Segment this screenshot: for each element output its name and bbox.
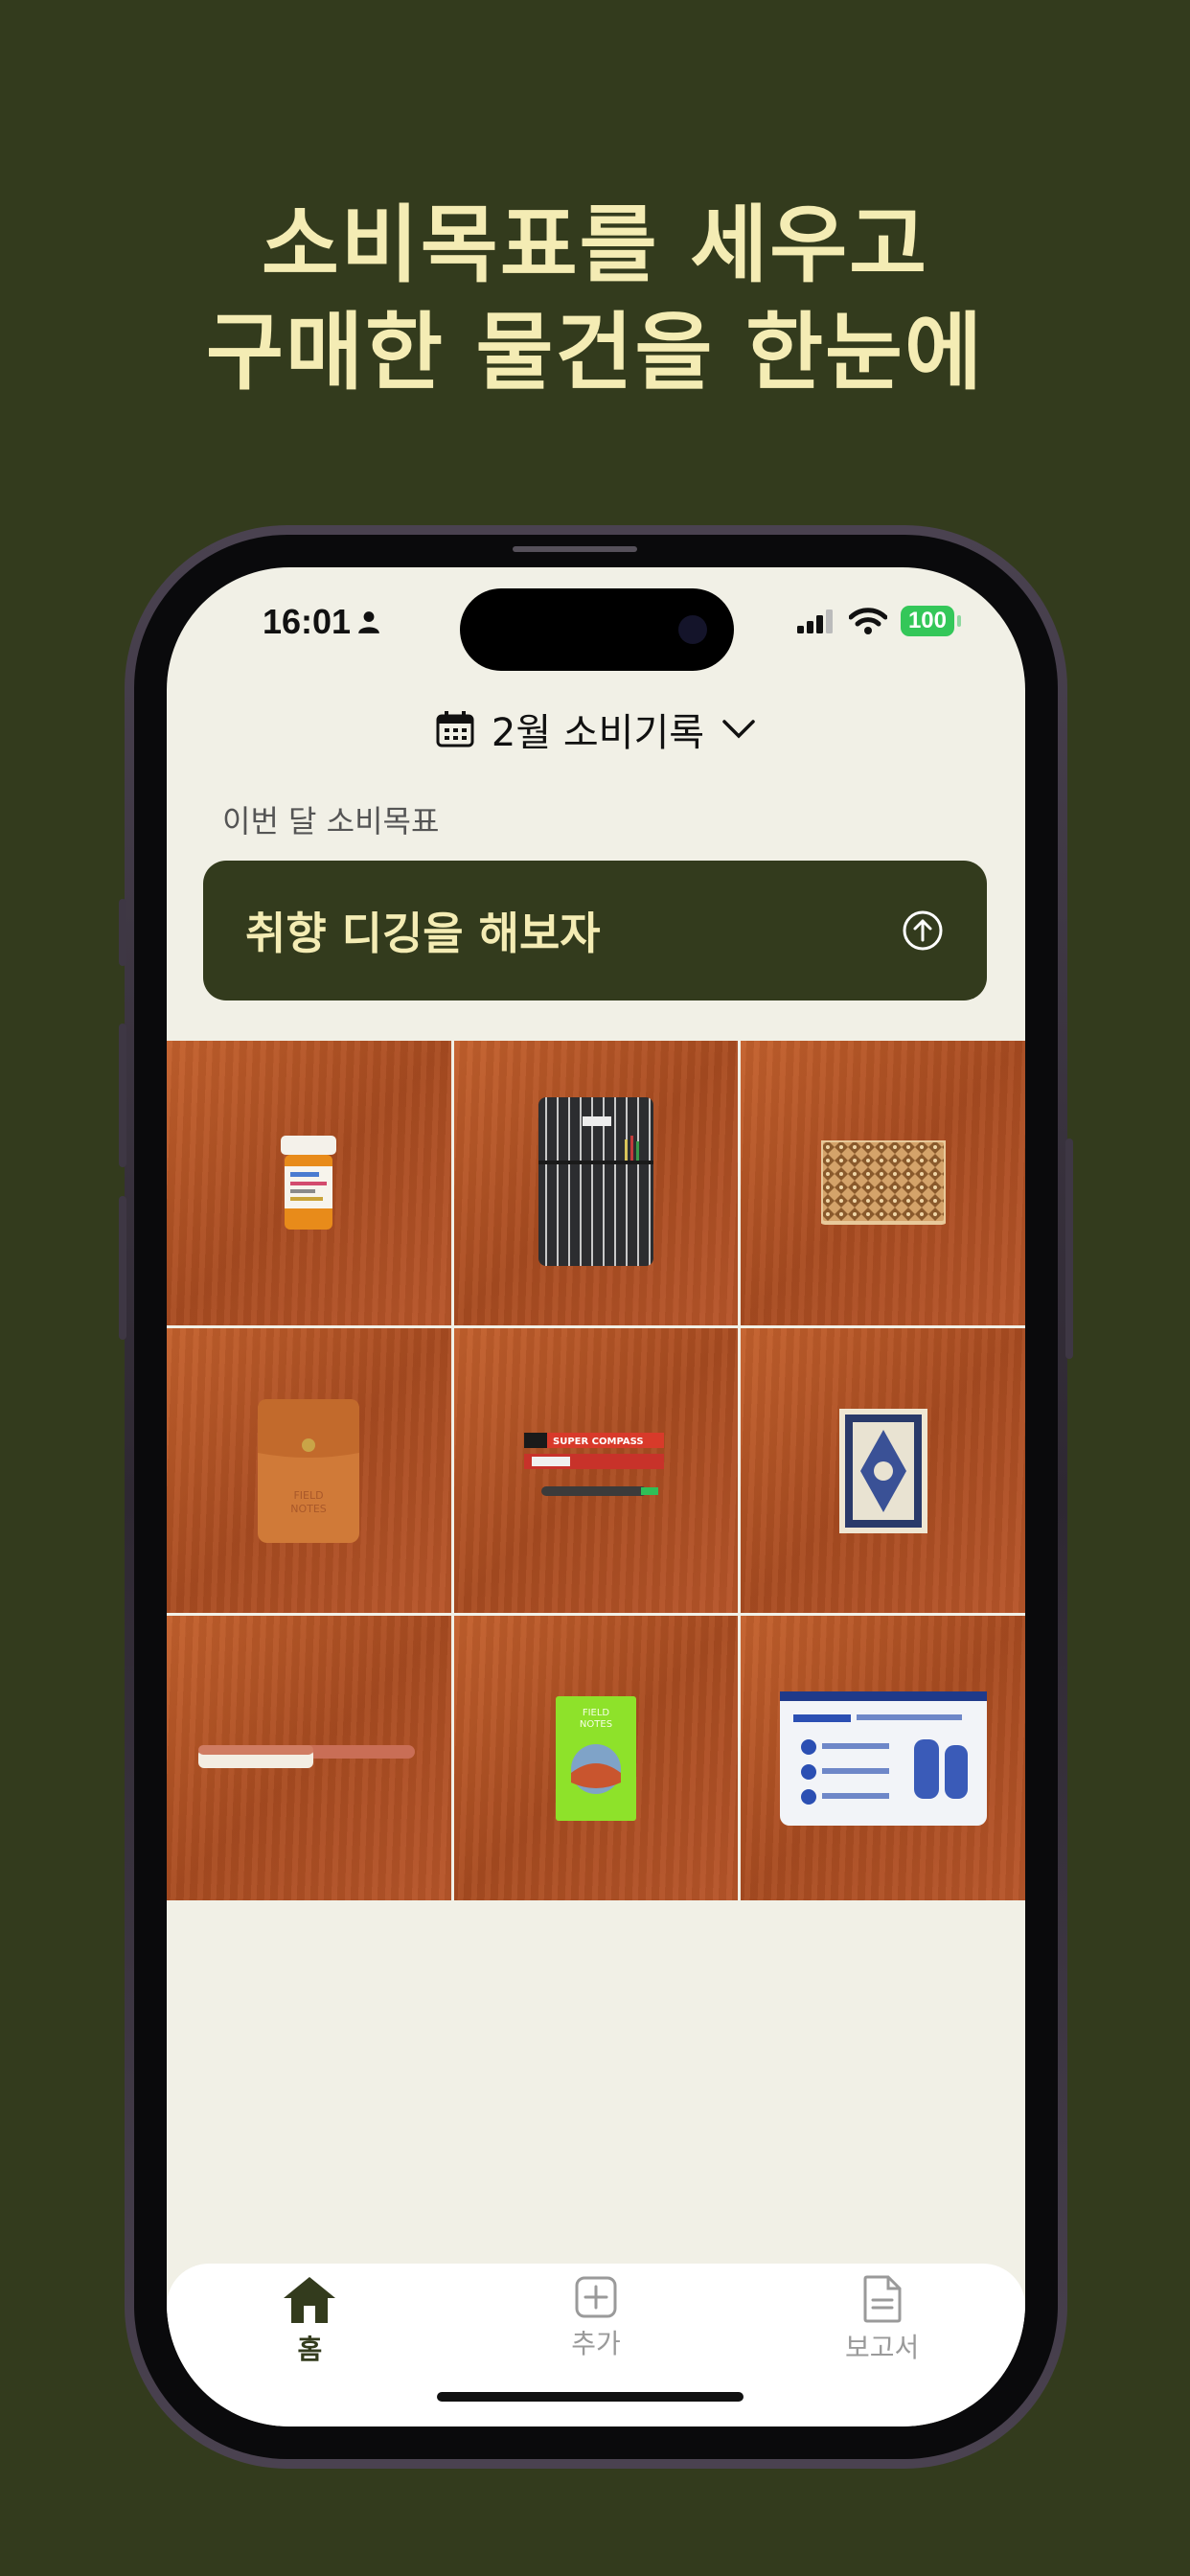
field-notes-icon: FIELD NOTES [555, 1695, 636, 1821]
puzzle-box-icon [820, 1139, 946, 1225]
tab-home-label: 홈 [297, 2334, 323, 2365]
tab-home[interactable]: 홈 [214, 2275, 405, 2426]
headline-line-1: 소비목표를 세우고 [261, 196, 929, 294]
battery-indicator: 100 [900, 606, 962, 636]
svg-text:NOTES: NOTES [580, 1719, 612, 1730]
svg-text:NOTES: NOTES [291, 1503, 328, 1515]
goal-card[interactable]: 취향 디깅을 해보자 [203, 861, 987, 1000]
grid-tile[interactable] [167, 1616, 451, 1900]
grid-tile[interactable] [453, 1041, 739, 1325]
volume-up-button [119, 1024, 126, 1167]
mute-switch [119, 899, 126, 966]
zip-pouch-icon [779, 1690, 987, 1826]
promo-headline: 소비목표를 세우고 구매한 물건을 한눈에 [0, 192, 1190, 406]
pill-bottle-icon [281, 1135, 337, 1230]
compass-set-icon: SUPER COMPASS [523, 1432, 664, 1496]
person-icon [358, 611, 379, 633]
leather-pouch-icon: FIELD NOTES [258, 1398, 360, 1543]
volume-down-button [119, 1196, 126, 1340]
home-indicator[interactable] [437, 2392, 744, 2402]
grid-tile[interactable] [167, 1041, 451, 1325]
speaker-grille [513, 546, 637, 552]
pen-case-icon [538, 1096, 653, 1266]
goal-text: 취향 디깅을 해보자 [245, 908, 601, 959]
goal-caption: 이번 달 소비목표 [222, 803, 440, 840]
grid-tile[interactable]: SUPER COMPASS [453, 1328, 739, 1613]
status-time: 16:01 [263, 602, 381, 642]
grid-tile[interactable] [741, 1328, 1025, 1613]
tab-add[interactable]: 추가 [500, 2275, 692, 2426]
grid-tile[interactable]: FIELD NOTES [167, 1328, 451, 1613]
grid-tile[interactable] [741, 1041, 1025, 1325]
grid-tile[interactable]: FIELD NOTES [453, 1616, 739, 1900]
document-icon [863, 2275, 902, 2323]
brush-icon [198, 1744, 416, 1768]
status-bar: 16:01 100 [167, 567, 1025, 682]
svg-text:FIELD: FIELD [294, 1489, 324, 1502]
calendar-icon [436, 711, 474, 748]
chevron-down-icon [722, 720, 755, 739]
time-label: 16:01 [263, 602, 352, 641]
purchase-grid: FIELD NOTES SUPER COMPASS FIELD NOTES [167, 1041, 1025, 1900]
plus-square-icon [575, 2276, 617, 2318]
svg-text:FIELD: FIELD [583, 1708, 610, 1718]
status-indicators: 100 [796, 606, 962, 636]
grid-tile[interactable] [741, 1616, 1025, 1900]
tab-report[interactable]: 보고서 [787, 2275, 978, 2426]
phone-bezel: 16:01 100 2월 소비기록 이번 달 소비목표 취향 디깅을 해보자 F… [134, 535, 1058, 2459]
tab-bar: 홈 추가 보고서 [167, 2264, 1025, 2426]
tab-report-label: 보고서 [845, 2332, 920, 2363]
headline-line-2: 구매한 물건을 한눈에 [206, 303, 984, 402]
wifi-icon [848, 608, 887, 634]
month-selector[interactable]: 2월 소비기록 [167, 702, 1025, 757]
tab-add-label: 추가 [571, 2328, 621, 2359]
app-screen: 16:01 100 2월 소비기록 이번 달 소비목표 취향 디깅을 해보자 F… [167, 567, 1025, 2426]
power-button [1065, 1138, 1073, 1359]
month-title: 2월 소비기록 [491, 711, 705, 755]
home-icon [284, 2277, 336, 2323]
dynamic-island [460, 588, 734, 671]
svg-text:SUPER COMPASS: SUPER COMPASS [553, 1437, 644, 1447]
arrow-up-circle-icon[interactable] [901, 908, 945, 953]
mini-rug-icon [838, 1408, 927, 1533]
camera-icon [678, 615, 707, 644]
phone-frame: 16:01 100 2월 소비기록 이번 달 소비목표 취향 디깅을 해보자 F… [119, 525, 1073, 2469]
cellular-signal-icon [796, 610, 833, 633]
